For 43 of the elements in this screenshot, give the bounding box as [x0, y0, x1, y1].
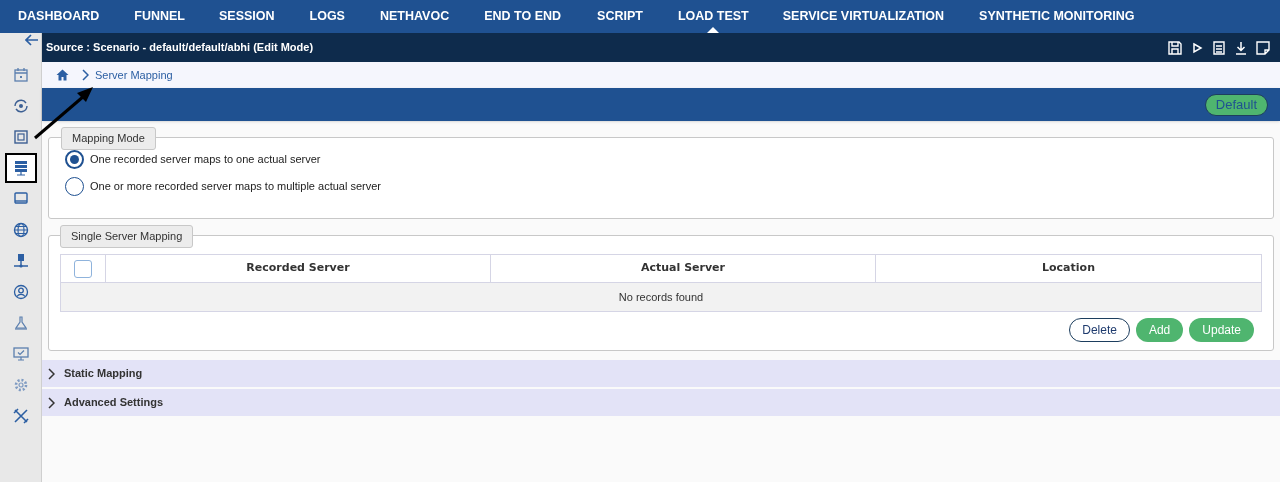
column-header: Actual Server [491, 255, 876, 282]
nav-tab[interactable]: NETHAVOC [379, 0, 450, 33]
nav-tab[interactable]: END TO END [484, 0, 562, 33]
save-icon[interactable] [1168, 40, 1182, 55]
column-header: Recorded Server [106, 255, 491, 282]
accordion-header[interactable]: Advanced Settings [42, 389, 1280, 416]
select-all-checkbox[interactable] [74, 259, 92, 278]
legend-label: Mapping Mode [61, 127, 156, 150]
document-icon[interactable] [1212, 40, 1226, 55]
empty-message: No records found [61, 283, 1261, 311]
action-button[interactable]: Delete [1069, 318, 1130, 342]
breadcrumb-link[interactable]: Server Mapping [95, 66, 173, 84]
collapse-arrow-icon[interactable] [25, 34, 39, 46]
globe-icon [11, 221, 30, 239]
radio-label: One recorded server maps to one actual server [90, 152, 321, 168]
nav-tab[interactable]: SESSION [218, 0, 275, 33]
nav-tab[interactable]: SERVICE VIRTUALIZATION [782, 0, 945, 33]
tools-icon [11, 407, 30, 425]
user-icon [11, 283, 30, 301]
nav-tab[interactable]: SCRIPT [597, 0, 643, 33]
chevron-right-icon [81, 69, 89, 81]
network-icon [11, 252, 30, 270]
chevron-right-icon [47, 367, 55, 380]
column-header: Location [1041, 260, 1096, 277]
calendar-icon [11, 66, 30, 84]
chevron-right-icon [47, 396, 55, 409]
eye-sync-icon [11, 97, 30, 115]
nav-tab[interactable]: FUNNEL [134, 0, 185, 33]
monitor-icon [11, 345, 30, 363]
document-icon [11, 128, 30, 146]
nav-tab[interactable]: SYNTHETIC MONITORING [979, 0, 1135, 33]
play-icon[interactable] [1190, 40, 1204, 55]
source-title: Source : Scenario - default/default/abhi (Edit Mode) [46, 40, 314, 56]
radio-button[interactable] [65, 150, 84, 169]
note-icon[interactable] [1256, 40, 1270, 55]
nav-tab[interactable]: LOGS [309, 0, 345, 33]
download-icon[interactable] [1234, 40, 1248, 55]
home-icon[interactable] [56, 69, 69, 81]
radio-label: One or more recorded server maps to multiple actual server [90, 179, 381, 195]
legend-label: Single Server Mapping [60, 225, 194, 248]
nav-tab[interactable]: DASHBOARD [18, 0, 100, 33]
sidebar-item[interactable] [4, 153, 37, 183]
accordion-header[interactable]: Static Mapping [42, 360, 1280, 387]
